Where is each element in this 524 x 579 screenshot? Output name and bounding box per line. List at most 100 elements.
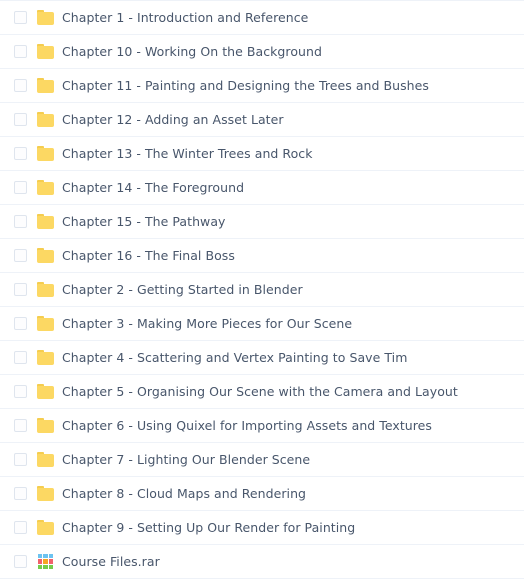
row-select-checkbox[interactable] bbox=[14, 45, 27, 58]
folder-body bbox=[37, 114, 54, 127]
folder-icon bbox=[37, 111, 54, 128]
folder-glyph bbox=[37, 486, 54, 501]
file-row[interactable]: Chapter 7 - Lighting Our Blender Scene bbox=[0, 443, 524, 477]
file-name-label[interactable]: Chapter 7 - Lighting Our Blender Scene bbox=[62, 452, 310, 467]
file-row[interactable]: Chapter 10 - Working On the Background bbox=[0, 35, 524, 69]
row-select-checkbox[interactable] bbox=[14, 521, 27, 534]
archive-tile bbox=[43, 564, 48, 569]
archive-tile bbox=[38, 559, 43, 564]
row-select-checkbox[interactable] bbox=[14, 453, 27, 466]
folder-glyph bbox=[37, 282, 54, 297]
folder-icon bbox=[37, 383, 54, 400]
folder-glyph bbox=[37, 78, 54, 93]
row-select-checkbox[interactable] bbox=[14, 249, 27, 262]
folder-icon bbox=[37, 77, 54, 94]
folder-body bbox=[37, 80, 54, 93]
row-select-checkbox[interactable] bbox=[14, 113, 27, 126]
folder-glyph bbox=[37, 452, 54, 467]
archive-glyph bbox=[37, 553, 54, 570]
folder-body bbox=[37, 216, 54, 229]
file-name-label[interactable]: Chapter 2 - Getting Started in Blender bbox=[62, 282, 303, 297]
row-select-checkbox[interactable] bbox=[14, 11, 27, 24]
folder-glyph bbox=[37, 146, 54, 161]
row-select-checkbox[interactable] bbox=[14, 385, 27, 398]
archive-tile bbox=[48, 559, 53, 564]
folder-glyph bbox=[37, 10, 54, 25]
file-row[interactable]: Chapter 2 - Getting Started in Blender bbox=[0, 273, 524, 307]
folder-body bbox=[37, 182, 54, 195]
rar-archive-icon bbox=[37, 553, 54, 570]
file-row[interactable]: Chapter 16 - The Final Boss bbox=[0, 239, 524, 273]
file-row[interactable]: Chapter 3 - Making More Pieces for Our S… bbox=[0, 307, 524, 341]
folder-icon bbox=[37, 519, 54, 536]
folder-glyph bbox=[37, 418, 54, 433]
folder-icon bbox=[37, 417, 54, 434]
file-row[interactable]: Chapter 8 - Cloud Maps and Rendering bbox=[0, 477, 524, 511]
row-select-checkbox[interactable] bbox=[14, 147, 27, 160]
folder-body bbox=[37, 46, 54, 59]
file-list: Chapter 1 - Introduction and Reference Ch… bbox=[0, 0, 524, 579]
row-select-checkbox[interactable] bbox=[14, 419, 27, 432]
archive-tile bbox=[38, 554, 43, 559]
row-select-checkbox[interactable] bbox=[14, 555, 27, 568]
file-row[interactable]: Chapter 13 - The Winter Trees and Rock bbox=[0, 137, 524, 171]
archive-tile bbox=[43, 559, 48, 564]
folder-glyph bbox=[37, 112, 54, 127]
folder-glyph bbox=[37, 316, 54, 331]
file-name-label[interactable]: Course Files.rar bbox=[62, 554, 160, 569]
file-name-label[interactable]: Chapter 15 - The Pathway bbox=[62, 214, 225, 229]
folder-icon bbox=[37, 281, 54, 298]
folder-body bbox=[37, 454, 54, 467]
archive-tile bbox=[48, 554, 53, 559]
archive-tile bbox=[48, 564, 53, 569]
folder-body bbox=[37, 488, 54, 501]
file-name-label[interactable]: Chapter 10 - Working On the Background bbox=[62, 44, 322, 59]
file-name-label[interactable]: Chapter 14 - The Foreground bbox=[62, 180, 244, 195]
file-name-label[interactable]: Chapter 4 - Scattering and Vertex Painti… bbox=[62, 350, 407, 365]
folder-body bbox=[37, 12, 54, 25]
folder-body bbox=[37, 284, 54, 297]
folder-icon bbox=[37, 43, 54, 60]
file-name-label[interactable]: Chapter 9 - Setting Up Our Render for Pa… bbox=[62, 520, 355, 535]
row-select-checkbox[interactable] bbox=[14, 351, 27, 364]
row-select-checkbox[interactable] bbox=[14, 283, 27, 296]
file-row[interactable]: Chapter 14 - The Foreground bbox=[0, 171, 524, 205]
file-row[interactable]: Chapter 12 - Adding an Asset Later bbox=[0, 103, 524, 137]
folder-icon bbox=[37, 451, 54, 468]
folder-icon bbox=[37, 145, 54, 162]
folder-glyph bbox=[37, 384, 54, 399]
folder-icon bbox=[37, 315, 54, 332]
file-name-label[interactable]: Chapter 11 - Painting and Designing the … bbox=[62, 78, 429, 93]
folder-body bbox=[37, 522, 54, 535]
row-select-checkbox[interactable] bbox=[14, 215, 27, 228]
file-row[interactable]: Chapter 5 - Organising Our Scene with th… bbox=[0, 375, 524, 409]
file-row[interactable]: Chapter 4 - Scattering and Vertex Painti… bbox=[0, 341, 524, 375]
file-row[interactable]: Chapter 15 - The Pathway bbox=[0, 205, 524, 239]
row-select-checkbox[interactable] bbox=[14, 317, 27, 330]
archive-tile bbox=[38, 564, 43, 569]
file-row[interactable]: Chapter 11 - Painting and Designing the … bbox=[0, 69, 524, 103]
folder-body bbox=[37, 250, 54, 263]
file-name-label[interactable]: Chapter 6 - Using Quixel for Importing A… bbox=[62, 418, 432, 433]
folder-body bbox=[37, 352, 54, 365]
folder-glyph bbox=[37, 214, 54, 229]
folder-body bbox=[37, 386, 54, 399]
file-row[interactable]: Course Files.rar bbox=[0, 545, 524, 579]
file-row[interactable]: Chapter 9 - Setting Up Our Render for Pa… bbox=[0, 511, 524, 545]
row-select-checkbox[interactable] bbox=[14, 79, 27, 92]
file-name-label[interactable]: Chapter 8 - Cloud Maps and Rendering bbox=[62, 486, 306, 501]
row-select-checkbox[interactable] bbox=[14, 487, 27, 500]
file-name-label[interactable]: Chapter 5 - Organising Our Scene with th… bbox=[62, 384, 458, 399]
file-name-label[interactable]: Chapter 16 - The Final Boss bbox=[62, 248, 235, 263]
file-name-label[interactable]: Chapter 1 - Introduction and Reference bbox=[62, 10, 308, 25]
folder-icon bbox=[37, 485, 54, 502]
file-name-label[interactable]: Chapter 3 - Making More Pieces for Our S… bbox=[62, 316, 352, 331]
file-row[interactable]: Chapter 1 - Introduction and Reference bbox=[0, 1, 524, 35]
row-select-checkbox[interactable] bbox=[14, 181, 27, 194]
folder-glyph bbox=[37, 44, 54, 59]
file-row[interactable]: Chapter 6 - Using Quixel for Importing A… bbox=[0, 409, 524, 443]
file-name-label[interactable]: Chapter 12 - Adding an Asset Later bbox=[62, 112, 284, 127]
file-name-label[interactable]: Chapter 13 - The Winter Trees and Rock bbox=[62, 146, 313, 161]
folder-glyph bbox=[37, 248, 54, 263]
folder-icon bbox=[37, 213, 54, 230]
